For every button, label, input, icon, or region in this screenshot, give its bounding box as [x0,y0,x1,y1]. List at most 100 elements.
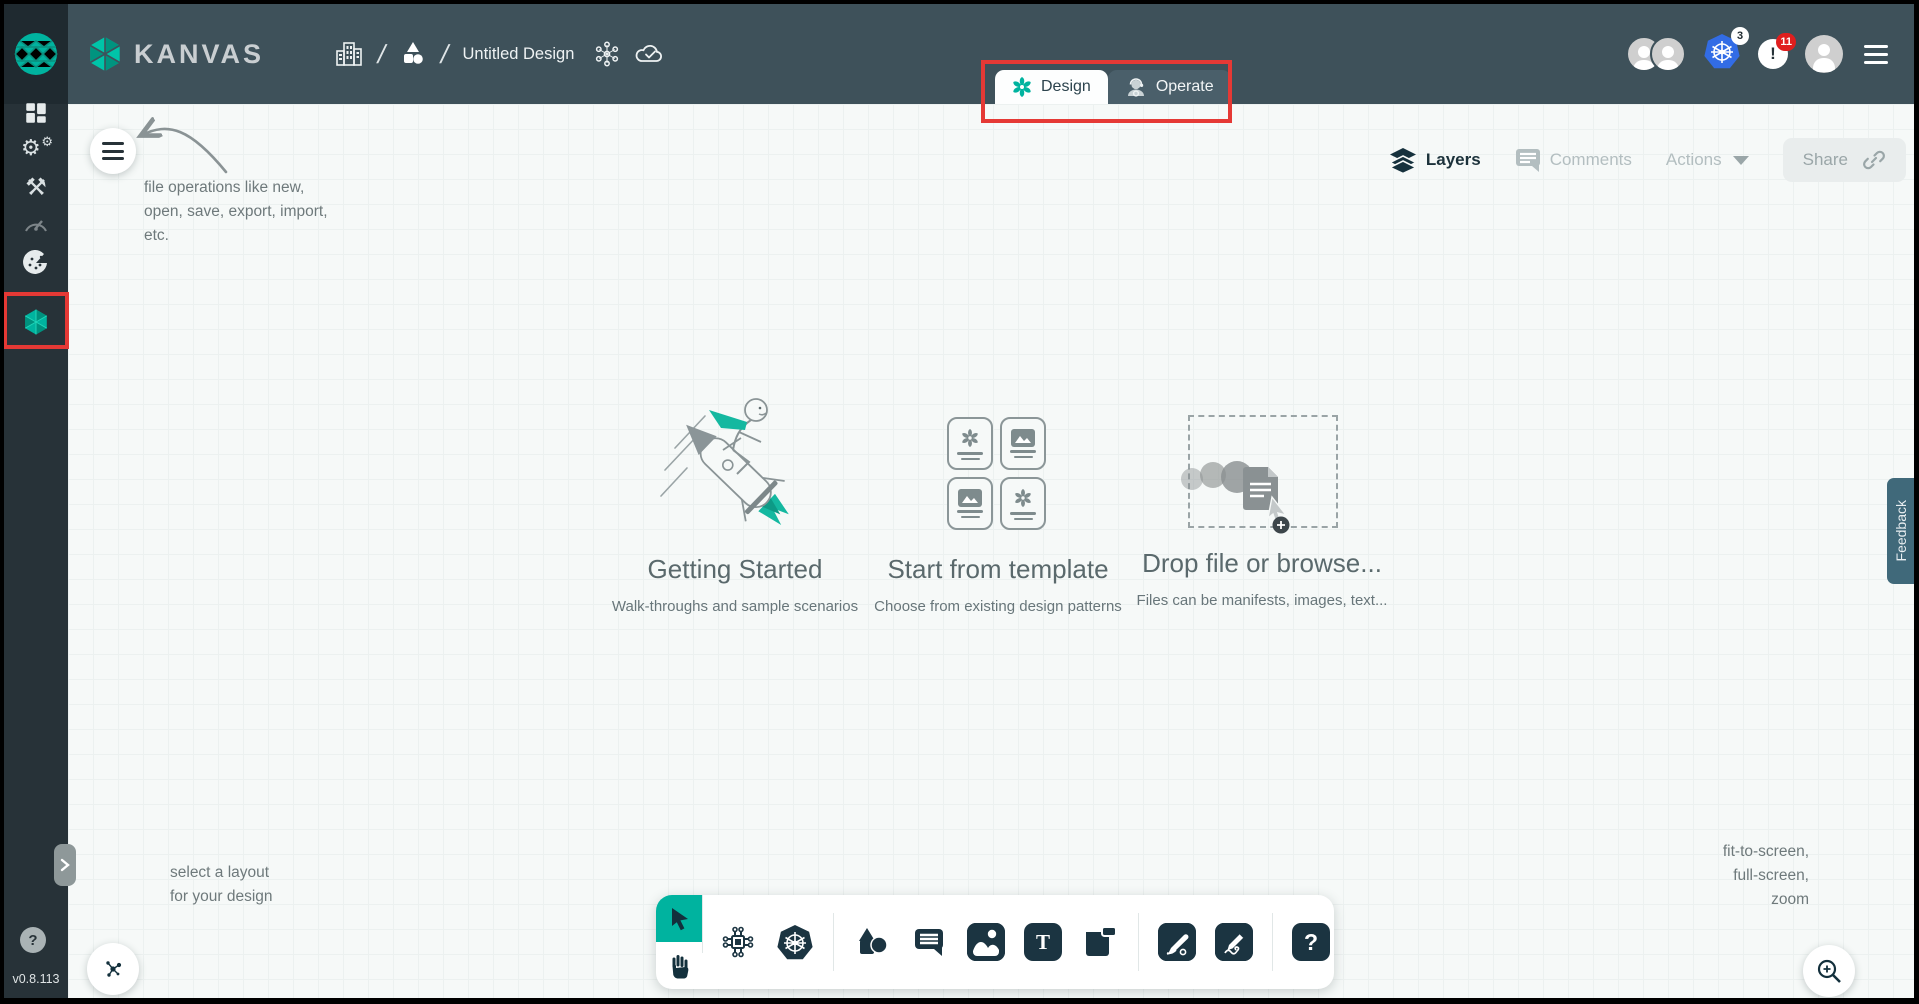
sidebar-item-lifecycle[interactable]: ⚙⚙ [4,138,68,164]
save-status-button[interactable] [634,42,666,66]
workspace-shapes-icon [399,40,427,68]
actions-dropdown[interactable]: Actions [1666,150,1749,170]
notification-count-badge: 11 [1776,33,1796,51]
layer5-logo[interactable] [4,4,68,104]
actions-label: Actions [1666,150,1722,170]
help-glyph: ? [1304,929,1318,956]
kanvas-logo-icon [86,35,124,73]
kanvas-brand[interactable]: KANVAS [86,35,264,73]
help-button[interactable]: ? [20,927,46,953]
pencil-icon [1215,923,1253,961]
tab-operate-label: Operate [1156,78,1214,96]
organization-button[interactable] [334,39,364,69]
shapes-tool-button[interactable] [853,923,891,961]
help-glyph: ? [28,932,37,949]
zoom-in-icon [1815,957,1843,985]
freehand-tool-button[interactable] [1215,923,1253,961]
feedback-tab[interactable]: Feedback [1887,478,1914,584]
design-propeller-icon [1012,487,1034,509]
breadcrumb: / / Untitled Design [334,39,666,70]
collaborator-avatar [1650,36,1686,72]
file-dropzone[interactable] [1188,415,1338,528]
kubernetes-icon [776,924,814,961]
mode-toggle: Design Operate [995,70,1231,104]
component-chip-icon [720,924,756,960]
kanvas-hexagon-icon [22,308,50,336]
image-icon [958,489,982,507]
template-tile [947,417,993,470]
version-label: v0.8.113 [4,972,68,986]
template-tile [1000,477,1046,530]
tab-design-label: Design [1041,78,1091,96]
drop-file-title[interactable]: Drop file or browse... [1082,548,1442,579]
pan-tool-button[interactable] [656,942,702,989]
layers-icon [1389,147,1417,173]
tab-design[interactable]: Design [995,70,1108,104]
kanvas-app: ⚙⚙ ⚒ ? v [4,4,1914,998]
brand-name: KANVAS [134,39,264,70]
shapes-icon [856,926,888,958]
media-image-icon [967,923,1005,961]
feedback-label: Feedback [1893,500,1909,561]
mesh-network-icon [594,41,620,67]
design-name[interactable]: Untitled Design [462,45,574,64]
annotation-file-ops: file operations like new, open, save, ex… [144,176,328,248]
user-avatar[interactable] [1805,35,1843,73]
cursor-icon [667,906,691,932]
drop-file-subtitle: Files can be manifests, images, text... [1072,592,1452,609]
zoom-button[interactable] [1803,945,1855,997]
comment-tool-button[interactable] [910,923,948,961]
design-propeller-icon [959,427,981,449]
layout-graph-icon [100,956,126,982]
comments-label: Comments [1550,150,1632,170]
dashboard-icon [23,100,49,126]
share-button[interactable]: Share [1783,138,1906,182]
workspace-button[interactable] [399,40,427,68]
component-tool-button[interactable] [719,923,757,961]
chevron-down-icon [1733,156,1749,165]
gears-icon: ⚙⚙ [21,138,51,164]
layers-button[interactable]: Layers [1389,147,1481,173]
layout-selector-button[interactable] [87,943,139,995]
start-from-template-illustration[interactable] [947,417,1046,530]
header: KANVAS / [68,4,1914,104]
hand-icon [667,953,691,979]
note-tool-button[interactable] [1081,923,1119,961]
select-tool-button[interactable] [656,895,702,942]
image-icon [1011,429,1035,447]
tab-operate[interactable]: Operate [1108,70,1231,104]
annotation-layout: select a layout for your design [170,861,273,909]
menu-button[interactable] [1860,41,1892,68]
text-tool-button[interactable]: T [1024,923,1062,961]
media-tool-button[interactable] [967,923,1005,961]
pen-tool-button[interactable] [1158,923,1196,961]
toolbar-items: T [703,895,1346,989]
extensions-icon [23,250,49,276]
sidebar-item-extensions[interactable] [4,250,68,276]
cloud-saved-icon [634,42,666,66]
text-tool-glyph: T [1036,930,1050,955]
collaborator-avatars[interactable] [1626,36,1686,72]
sidebar-item-dashboard[interactable] [4,100,68,126]
sidebar-item-kanvas[interactable] [4,308,68,336]
template-tile [947,477,993,530]
comments-icon [1515,148,1541,172]
design-canvas[interactable]: file operations like new, open, save, ex… [68,104,1914,998]
kubernetes-tool-button[interactable] [776,923,814,961]
comments-button[interactable]: Comments [1515,148,1632,172]
tools-icon: ⚒ [25,176,47,200]
sidebar-item-configuration[interactable]: ⚒ [4,176,68,200]
rocket-doodle-icon [643,388,828,550]
canvas-top-bar: Layers Comments Actions Share [1389,138,1906,182]
getting-started-illustration[interactable] [643,388,828,550]
sidebar-item-performance[interactable] [4,214,68,234]
notifications-button[interactable]: ! 11 [1758,39,1788,69]
kubernetes-context-button[interactable]: 3 [1703,33,1741,75]
layers-label: Layers [1426,150,1481,170]
comment-icon [913,927,945,957]
file-menu-button[interactable] [90,128,136,174]
merge-designs-button[interactable] [594,41,620,67]
sidebar-expand-button[interactable] [54,844,76,886]
toolbar-help-button[interactable]: ? [1292,923,1330,961]
breadcrumb-separator: / [438,39,452,70]
